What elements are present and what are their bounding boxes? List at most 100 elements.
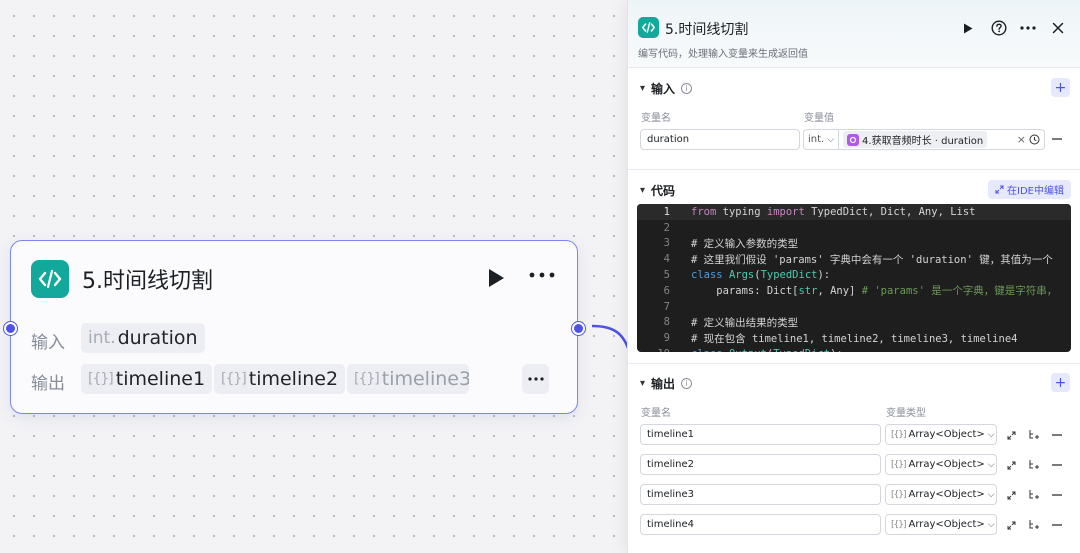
- code-node-card[interactable]: 5.时间线切割 输入 int. duration 输出 [{}] timelin…: [4, 240, 585, 414]
- line-number: 3: [663, 237, 670, 250]
- input-section-header[interactable]: ▾ 输入 i: [640, 80, 693, 97]
- clear-icon[interactable]: ×: [1017, 133, 1026, 146]
- line-number: 7: [663, 300, 670, 313]
- code-line: 3 # 定义输入参数的类型: [637, 236, 1071, 252]
- output-chip-name: timeline3: [381, 368, 469, 390]
- output-type-select[interactable]: [{}] Array<Object> ⌵: [885, 424, 997, 445]
- edit-in-ide-button[interactable]: 在IDE中编辑: [988, 180, 1071, 199]
- more-outputs-button[interactable]: [522, 364, 549, 394]
- int-type-label: int.: [88, 328, 116, 348]
- output-type-select[interactable]: [{}] Array<Object> ⌵: [885, 514, 997, 535]
- code-icon: [638, 17, 659, 38]
- line-number: 2: [663, 221, 670, 234]
- clock-icon[interactable]: [1029, 134, 1040, 145]
- code-editor[interactable]: 1 from typing import TypedDict, Dict, Any…: [637, 204, 1071, 352]
- code-section-title: 代码: [651, 184, 676, 198]
- output-chip-timeline1: [{}] timeline1: [81, 364, 213, 394]
- output-chip-timeline2: [{}] timeline2: [214, 364, 346, 394]
- more-icon[interactable]: [526, 265, 558, 285]
- node-config-panel: 5.时间线切割 编写代码，处理输入变量来生成返回值 ▾ 输入 i + 变量名 变…: [627, 0, 1080, 553]
- panel-header: 5.时间线切割 编写代码，处理输入变量来生成返回值: [628, 0, 1080, 68]
- close-icon[interactable]: [1048, 18, 1068, 38]
- variable-reference-tag[interactable]: 4.获取音频时长 · duration: [843, 131, 988, 148]
- array-object-icon: [{}]: [891, 519, 907, 530]
- add-child-icon[interactable]: [1026, 518, 1040, 532]
- input-col-name: 变量名: [641, 113, 671, 124]
- code-line: 1 from typing import TypedDict, Dict, Any…: [637, 204, 1071, 220]
- minus-icon[interactable]: [1050, 458, 1064, 472]
- expand-icon[interactable]: [1004, 488, 1018, 502]
- code-line: 4 # 这里我们假设 'params' 字典中会有一个 'duration' 键，…: [637, 251, 1071, 267]
- line-number: 1: [663, 205, 670, 218]
- input-value-field[interactable]: int. ⌵ 4.获取音频时长 · duration ×: [803, 129, 1045, 150]
- node-title: 5.时间线切割: [82, 269, 213, 294]
- input-chip-duration: int. duration: [81, 323, 205, 353]
- help-icon[interactable]: [989, 18, 1009, 38]
- input-col-value: 变量值: [804, 113, 834, 124]
- output-type-select[interactable]: [{}] Array<Object> ⌵: [885, 484, 997, 505]
- minus-icon[interactable]: [1050, 518, 1064, 532]
- play-icon[interactable]: [487, 268, 505, 292]
- edge-connector[interactable]: [590, 318, 630, 358]
- output-section-header[interactable]: ▾ 输出 i: [640, 375, 693, 392]
- output-section-title: 输出: [651, 377, 676, 391]
- minus-icon[interactable]: [1050, 428, 1064, 442]
- output-col-name: 变量名: [641, 408, 671, 419]
- expand-icon[interactable]: [1004, 518, 1018, 532]
- add-output-button[interactable]: +: [1051, 373, 1070, 392]
- line-number: 10: [637, 348, 670, 352]
- code-section-header[interactable]: ▾ 代码: [640, 182, 675, 199]
- variable-ref-text: 4.获取音频时长 · duration: [862, 136, 984, 147]
- minus-icon[interactable]: [1050, 132, 1064, 146]
- expand-icon[interactable]: [1004, 428, 1018, 442]
- code-line: 6 params: Dict[str, Any] # 'params' 是一个字…: [637, 283, 1071, 299]
- code-line: 9 # 现在包含 timeline1, timeline2, timeline3,…: [637, 330, 1071, 346]
- output-name-field[interactable]: timeline4: [640, 514, 881, 535]
- more-icon[interactable]: [1018, 18, 1038, 38]
- output-chip-timeline3: [{}] timeline3: [347, 364, 469, 394]
- chevron-down-icon[interactable]: ⌵: [827, 135, 834, 145]
- output-name-field[interactable]: timeline2: [640, 454, 881, 475]
- output-type-label: Array<Object>: [908, 489, 985, 500]
- output-row-label: 输出: [31, 374, 65, 394]
- expand-icon[interactable]: [1004, 458, 1018, 472]
- array-object-icon: [{}]: [221, 371, 247, 387]
- add-child-icon[interactable]: [1026, 488, 1040, 502]
- line-number: 6: [663, 284, 670, 297]
- panel-description: 编写代码，处理输入变量来生成返回值: [638, 49, 808, 60]
- chevron-down-icon: ⌵: [987, 489, 995, 500]
- output-chip-name: timeline1: [115, 368, 206, 390]
- line-number: 5: [663, 269, 670, 282]
- output-name-field[interactable]: timeline1: [640, 424, 881, 445]
- output-type-select[interactable]: [{}] Array<Object> ⌵: [885, 454, 997, 475]
- output-port[interactable]: [572, 322, 585, 335]
- chevron-down-icon: ⌵: [987, 459, 995, 470]
- code-line: 7: [637, 299, 1071, 315]
- add-child-icon[interactable]: [1026, 458, 1040, 472]
- output-type-label: Array<Object>: [908, 429, 985, 440]
- array-object-icon: [{}]: [891, 459, 907, 470]
- expand-icon: [995, 185, 1004, 194]
- output-name-field[interactable]: timeline3: [640, 484, 881, 505]
- add-input-button[interactable]: +: [1051, 78, 1070, 97]
- chevron-down-icon: ▾: [640, 185, 646, 196]
- input-chip-name: duration: [117, 327, 198, 349]
- input-section-title: 输入: [651, 82, 676, 96]
- info-icon[interactable]: i: [681, 378, 693, 389]
- edit-in-ide-label: 在IDE中编辑: [1007, 186, 1064, 197]
- info-icon[interactable]: i: [681, 83, 693, 94]
- chevron-down-icon: ▾: [640, 83, 646, 94]
- input-name-field[interactable]: duration: [640, 129, 800, 150]
- play-icon[interactable]: [958, 18, 978, 38]
- output-type-label: Array<Object>: [908, 459, 985, 470]
- code-icon: [31, 260, 69, 298]
- line-number: 4: [663, 253, 670, 266]
- input-port[interactable]: [4, 322, 17, 335]
- minus-icon[interactable]: [1050, 488, 1064, 502]
- code-line: 5 class Args(TypedDict):: [637, 267, 1071, 283]
- variable-ref-icon: [847, 133, 860, 146]
- line-number: 9: [663, 332, 670, 345]
- add-child-icon[interactable]: [1026, 428, 1040, 442]
- int-type-label: int.: [808, 134, 825, 145]
- chevron-down-icon: ⌵: [987, 519, 995, 530]
